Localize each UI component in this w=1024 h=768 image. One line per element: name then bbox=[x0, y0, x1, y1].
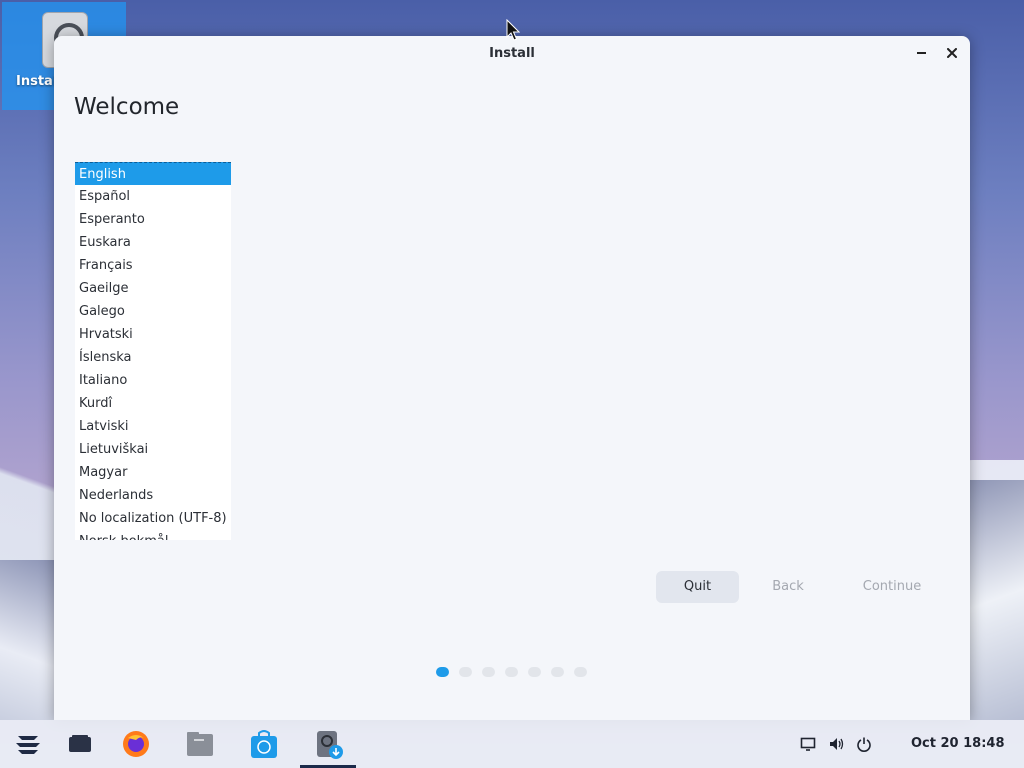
display-icon[interactable] bbox=[800, 736, 816, 752]
step-dot bbox=[436, 667, 449, 677]
language-item[interactable]: Français bbox=[75, 254, 231, 277]
firefox-icon[interactable] bbox=[120, 728, 152, 760]
language-item[interactable]: Norsk bokmål bbox=[75, 530, 231, 540]
language-item[interactable]: Galego bbox=[75, 300, 231, 323]
language-item[interactable]: Latviski bbox=[75, 415, 231, 438]
language-item[interactable]: Euskara bbox=[75, 231, 231, 254]
wallpaper-peak-right bbox=[964, 480, 1024, 720]
close-icon bbox=[947, 48, 957, 58]
language-item[interactable]: Hrvatski bbox=[75, 323, 231, 346]
language-list[interactable]: English Español Esperanto Euskara Français Ga… bbox=[75, 162, 231, 540]
language-item[interactable]: Nederlands bbox=[75, 484, 231, 507]
software-store-icon[interactable] bbox=[248, 728, 280, 760]
language-item[interactable]: English bbox=[75, 162, 231, 185]
step-dot bbox=[459, 667, 472, 677]
language-item[interactable]: Italiano bbox=[75, 369, 231, 392]
wallpaper-peak-left bbox=[0, 560, 60, 720]
window-titlebar[interactable]: Install bbox=[54, 36, 970, 70]
clock[interactable]: Oct 20 18:48 bbox=[911, 736, 1005, 751]
step-dot bbox=[574, 667, 587, 677]
page-title: Welcome bbox=[74, 94, 180, 120]
language-item[interactable]: Español bbox=[75, 185, 231, 208]
files-icon[interactable] bbox=[184, 728, 216, 760]
zorin-menu-icon[interactable] bbox=[12, 728, 44, 760]
step-dot bbox=[482, 667, 495, 677]
language-item[interactable]: Magyar bbox=[75, 461, 231, 484]
back-button[interactable]: Back bbox=[746, 571, 830, 603]
power-icon[interactable] bbox=[856, 736, 872, 752]
language-item[interactable]: Íslenska bbox=[75, 346, 231, 369]
language-item[interactable]: Lietuviškai bbox=[75, 438, 231, 461]
step-dot bbox=[505, 667, 518, 677]
language-item[interactable]: Gaeilge bbox=[75, 277, 231, 300]
workspaces-icon[interactable] bbox=[64, 728, 96, 760]
continue-button[interactable]: Continue bbox=[846, 571, 938, 603]
step-indicator bbox=[436, 667, 587, 677]
minimize-button[interactable] bbox=[911, 43, 931, 63]
close-button[interactable] bbox=[942, 43, 962, 63]
quit-button[interactable]: Quit bbox=[656, 571, 739, 603]
mouse-pointer-icon bbox=[506, 19, 520, 41]
minimize-icon bbox=[916, 52, 926, 54]
step-dot bbox=[551, 667, 564, 677]
installer-icon[interactable] bbox=[312, 728, 344, 760]
volume-icon[interactable] bbox=[828, 736, 844, 752]
language-item[interactable]: Kurdî bbox=[75, 392, 231, 415]
window-title: Install bbox=[489, 46, 535, 61]
step-dot bbox=[528, 667, 541, 677]
taskbar: Oct 20 18:48 bbox=[0, 720, 1024, 768]
language-item[interactable]: No localization (UTF-8) bbox=[75, 507, 231, 530]
install-window: Install Welcome English Español Esperanto E… bbox=[54, 36, 970, 720]
language-item[interactable]: Esperanto bbox=[75, 208, 231, 231]
